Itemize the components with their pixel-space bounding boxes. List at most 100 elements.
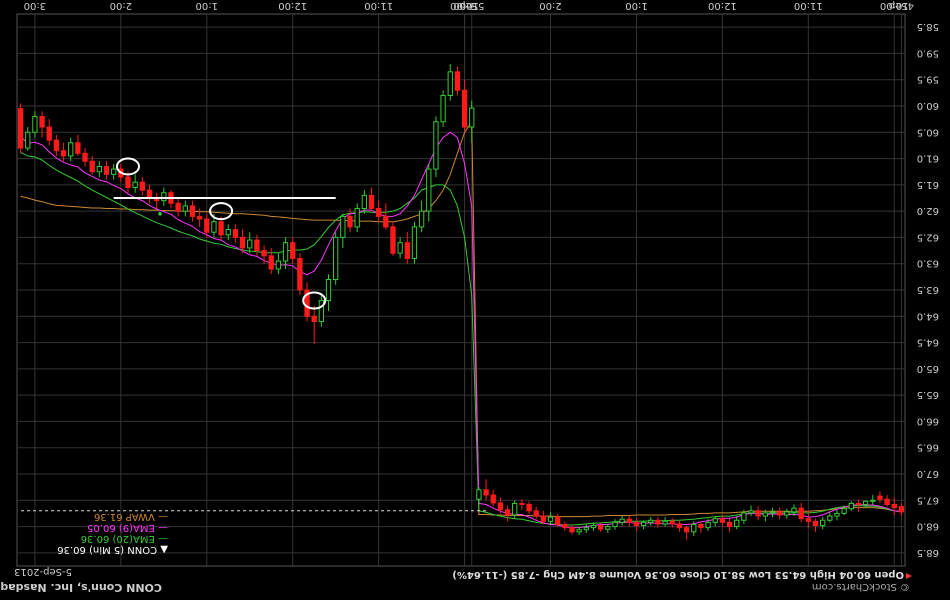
candle-body — [633, 521, 640, 527]
candle-body — [619, 518, 625, 523]
candle-body — [519, 502, 525, 505]
x-tick-label: 12:00 — [708, 0, 737, 11]
candle-body — [483, 489, 489, 496]
candle-body — [161, 192, 167, 202]
candle-body — [390, 226, 396, 254]
candle-body — [841, 508, 847, 514]
candle-body — [232, 229, 239, 238]
candle-body — [819, 519, 826, 527]
candle-body — [798, 507, 804, 520]
candle-body — [583, 527, 589, 531]
candle-body — [75, 142, 81, 154]
candle-body — [196, 215, 203, 220]
x-tick-label: 11:00 — [794, 0, 823, 11]
candle-body — [762, 512, 769, 517]
y-tick-label: 61.5 — [917, 179, 939, 190]
candle-body — [855, 502, 862, 505]
candle-body — [683, 527, 690, 533]
candle-body — [655, 519, 661, 525]
candle-body — [333, 236, 339, 280]
chart-title: CONN Conn's, Inc. Nasdaq GS — [0, 581, 162, 594]
y-tick-label: 66.5 — [917, 442, 939, 453]
candle-body — [282, 242, 289, 262]
y-tick-label: 59.0 — [917, 47, 939, 58]
candle-body — [891, 503, 897, 509]
x-tick-label: 1:00 — [196, 0, 218, 11]
candle-body — [175, 202, 181, 212]
y-tick-label: 63.0 — [917, 258, 939, 269]
y-tick-label: 66.0 — [917, 415, 939, 426]
candle-body — [827, 515, 833, 521]
summary-text: Open 60.04 High 64.53 Low 58.10 Close 60… — [452, 569, 904, 580]
candle-body — [53, 139, 60, 152]
candle-body — [411, 226, 418, 259]
candle-body — [612, 521, 618, 528]
candle-body — [555, 516, 561, 525]
candle-body — [290, 242, 296, 259]
candle-body — [132, 181, 138, 188]
candle-body — [870, 499, 876, 502]
candle-body — [576, 529, 582, 533]
candle-body — [82, 152, 88, 162]
candle-body — [275, 260, 282, 270]
y-tick-label: 59.5 — [917, 74, 939, 85]
candle-body — [340, 215, 346, 238]
candle-body — [898, 506, 905, 513]
y-tick-label: 63.5 — [917, 284, 939, 295]
candle-body — [111, 168, 117, 175]
y-tick-label: 62.5 — [917, 231, 939, 242]
y-tick-label: 58.5 — [917, 21, 939, 32]
candle-body — [440, 94, 446, 123]
candle-body — [46, 126, 52, 141]
candle-body — [784, 511, 790, 516]
candle-body — [418, 210, 425, 228]
candle-body — [182, 205, 188, 212]
candle-body — [719, 518, 726, 523]
candle-body — [662, 520, 668, 525]
y-tick-label: 64.5 — [917, 337, 939, 348]
candle-body — [268, 255, 274, 270]
candle-body — [461, 89, 468, 128]
candle-body — [526, 503, 532, 512]
candle-body — [125, 176, 131, 188]
candle-body — [404, 242, 410, 259]
x-tick-label: 2:00 — [539, 0, 561, 11]
candle-body — [648, 519, 654, 523]
candle-body — [469, 107, 475, 128]
candle-body — [383, 215, 389, 228]
y-tick-label: 65.0 — [917, 363, 939, 374]
candle-body — [318, 300, 325, 323]
candle-body — [691, 523, 697, 533]
candle-body — [139, 181, 145, 191]
candle-body — [533, 510, 539, 517]
candle-body — [590, 525, 597, 529]
candle-body — [748, 510, 754, 514]
candle-body — [347, 215, 353, 228]
candle-body — [540, 515, 547, 522]
candle-body — [669, 520, 675, 525]
candle-body — [490, 494, 496, 504]
candle-body — [311, 315, 317, 323]
candle-body — [325, 278, 332, 302]
candle-body — [547, 516, 554, 522]
candle-body — [712, 518, 718, 523]
stock-chart: 4Sep10:0011:0012:001:002:003:005Sep10:00… — [0, 0, 950, 600]
y-tick-label: 60.0 — [917, 100, 939, 111]
candle-body — [705, 521, 711, 529]
candle-body — [769, 511, 776, 514]
y-tick-label: 61.0 — [917, 153, 939, 164]
chart-date: 5-Sep-2013 — [14, 566, 72, 577]
candle-body — [834, 512, 840, 517]
legend-entry: ▲ CONN (5 Min) 60.36 — [57, 544, 168, 555]
candle-body — [512, 502, 518, 516]
candle-body — [261, 250, 267, 257]
y-tick-label: 67.0 — [917, 468, 939, 479]
legend-entry: — EMA(9) 60.05 — [87, 522, 168, 533]
candle-body — [204, 218, 210, 233]
candle-body — [504, 509, 511, 516]
x-tick-label: 3:00 — [24, 0, 46, 11]
candle-body — [848, 502, 854, 510]
candle-body — [497, 502, 504, 511]
x-tick-label: 1:00 — [625, 0, 647, 11]
candle-body — [734, 519, 740, 528]
